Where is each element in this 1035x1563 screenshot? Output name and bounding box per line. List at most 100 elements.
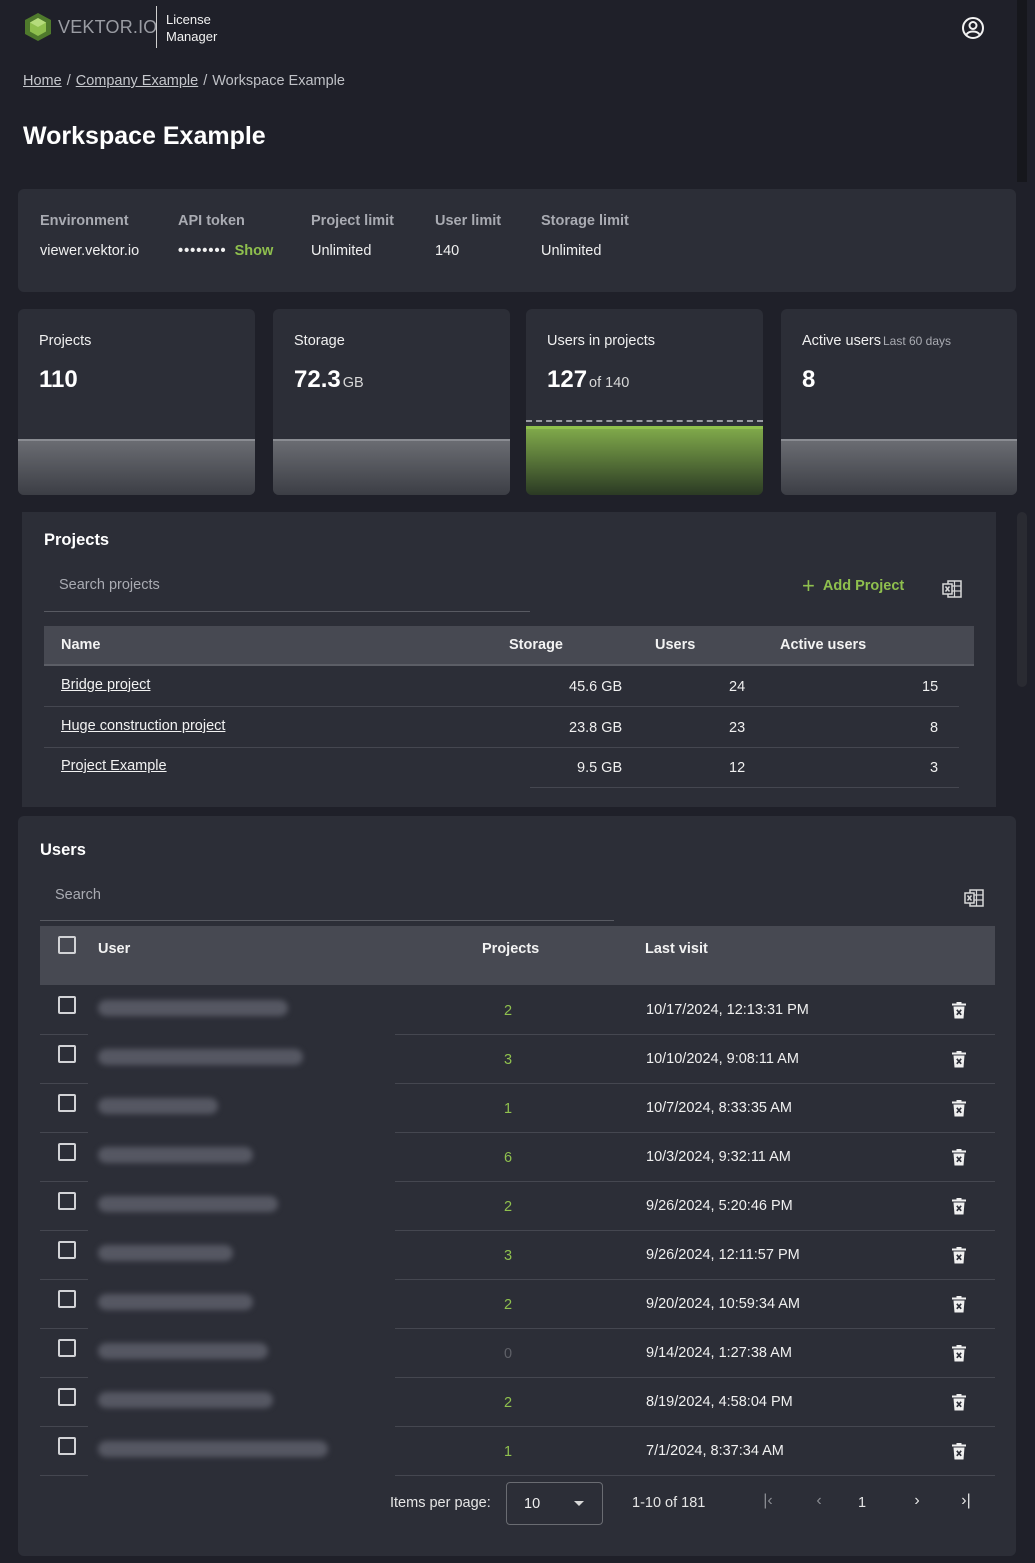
user-email-redacted [98, 1000, 288, 1016]
user-project-count[interactable]: 2 [504, 1297, 512, 1313]
export-excel-icon[interactable] [942, 580, 962, 598]
stat-card-active-users: Active users Last 60 days 8 [781, 309, 1017, 495]
column-header-name[interactable]: Name [61, 637, 101, 653]
delete-trash-icon[interactable] [952, 1100, 966, 1117]
stat-bar [781, 439, 1017, 495]
user-project-count[interactable]: 3 [504, 1052, 512, 1068]
table-row[interactable]: 1 10/7/2024, 8:33:35 AM [40, 1084, 995, 1133]
column-header-storage[interactable]: Storage [509, 637, 563, 653]
last-page-icon[interactable]: ›| [954, 1492, 978, 1510]
table-row[interactable]: 6 10/3/2024, 9:32:11 AM [40, 1133, 995, 1182]
row-checkbox[interactable] [58, 1437, 76, 1455]
show-token-button[interactable]: Show [235, 243, 274, 259]
row-checkbox[interactable] [58, 1192, 76, 1210]
breadcrumb-home-link[interactable]: Home [23, 73, 62, 89]
users-section: Users User Projects Last visit 2 10/17/20… [18, 816, 1016, 1556]
table-row[interactable]: 0 9/14/2024, 1:27:38 AM [40, 1329, 995, 1378]
row-checkbox[interactable] [58, 996, 76, 1014]
first-page-icon[interactable]: |‹ [756, 1492, 780, 1510]
project-storage: 23.8 GB [569, 720, 623, 736]
table-row[interactable]: 2 10/17/2024, 12:13:31 PM [40, 986, 995, 1035]
delete-trash-icon[interactable] [952, 1198, 966, 1215]
project-name-link[interactable]: Huge construction project [61, 718, 225, 734]
user-email-redacted [98, 1049, 303, 1065]
table-row[interactable]: 3 9/26/2024, 12:11:57 PM [40, 1231, 995, 1280]
column-header-active-users[interactable]: Active users [780, 637, 866, 653]
column-header-user[interactable]: User [98, 941, 130, 957]
delete-trash-icon[interactable] [952, 1002, 966, 1019]
table-row[interactable]: Huge construction project 23.8 GB 23 8 [44, 708, 974, 748]
account-circle-icon[interactable] [961, 16, 985, 40]
user-email-redacted [98, 1441, 328, 1457]
table-row[interactable]: 1 7/1/2024, 8:37:34 AM [40, 1427, 995, 1476]
table-row[interactable]: Project Example 9.5 GB 12 3 [44, 748, 974, 788]
items-per-page-select[interactable]: 10 [506, 1482, 603, 1525]
delete-trash-icon[interactable] [952, 1051, 966, 1068]
user-last-visit: 8/19/2024, 4:58:04 PM [646, 1394, 793, 1410]
delete-trash-icon[interactable] [952, 1394, 966, 1411]
row-checkbox[interactable] [58, 1388, 76, 1406]
user-project-count[interactable]: 3 [504, 1248, 512, 1264]
delete-trash-icon[interactable] [952, 1443, 966, 1460]
export-excel-icon[interactable] [964, 889, 984, 907]
stat-card-storage: Storage 72.3 GB [273, 309, 510, 495]
table-row[interactable]: 2 8/19/2024, 4:58:04 PM [40, 1378, 995, 1427]
user-limit-value: 140 [435, 243, 460, 259]
breadcrumb-current: Workspace Example [212, 73, 345, 89]
section-scrollbar[interactable] [1017, 512, 1027, 687]
api-token-value: •••••••• Show [178, 243, 273, 259]
project-name-link[interactable]: Project Example [61, 758, 167, 774]
column-header-users[interactable]: Users [655, 637, 695, 653]
project-limit-label: Project limit [311, 213, 394, 229]
user-email-redacted [98, 1392, 273, 1408]
brand-logo[interactable]: VEKTOR.IO [24, 12, 158, 42]
projects-search-input[interactable] [57, 576, 521, 594]
users-search-input[interactable] [53, 886, 607, 904]
row-checkbox[interactable] [58, 1094, 76, 1112]
previous-page-icon[interactable]: ‹ [807, 1492, 831, 1510]
user-project-count[interactable]: 1 [504, 1101, 512, 1117]
table-row[interactable]: Bridge project 45.6 GB 24 15 [44, 667, 974, 707]
row-checkbox[interactable] [58, 1290, 76, 1308]
table-row[interactable]: 2 9/26/2024, 5:20:46 PM [40, 1182, 995, 1231]
user-project-count[interactable]: 2 [504, 1003, 512, 1019]
user-last-visit: 9/26/2024, 5:20:46 PM [646, 1198, 793, 1214]
projects-search[interactable] [44, 576, 530, 612]
table-row[interactable]: 2 9/20/2024, 10:59:34 AM [40, 1280, 995, 1329]
row-checkbox[interactable] [58, 1339, 76, 1357]
user-project-count[interactable]: 0 [504, 1346, 512, 1362]
current-page-number: 1 [858, 1495, 867, 1511]
user-project-count[interactable]: 6 [504, 1150, 512, 1166]
project-users: 12 [729, 760, 746, 776]
row-divider [530, 787, 959, 788]
row-checkbox[interactable] [58, 1143, 76, 1161]
delete-trash-icon[interactable] [952, 1247, 966, 1264]
next-page-icon[interactable]: › [905, 1492, 929, 1510]
user-project-count[interactable]: 2 [504, 1199, 512, 1215]
user-email-redacted [98, 1245, 233, 1261]
user-project-count[interactable]: 2 [504, 1395, 512, 1411]
breadcrumb-separator: / [66, 73, 71, 89]
stat-label: Projects [39, 333, 92, 349]
delete-trash-icon[interactable] [952, 1149, 966, 1166]
delete-trash-icon[interactable] [952, 1296, 966, 1313]
environment-label: Environment [40, 213, 129, 229]
delete-trash-icon[interactable] [952, 1345, 966, 1362]
column-header-projects[interactable]: Projects [482, 941, 539, 957]
row-checkbox[interactable] [58, 1241, 76, 1259]
product-name: License Manager [166, 11, 236, 45]
project-active-users: 8 [930, 720, 939, 736]
table-row[interactable]: 3 10/10/2024, 9:08:11 AM [40, 1035, 995, 1084]
row-checkbox[interactable] [58, 1045, 76, 1063]
users-search[interactable] [40, 886, 614, 921]
page-scrollbar[interactable] [1017, 0, 1027, 182]
add-project-button[interactable]: + Add Project [802, 575, 904, 597]
projects-title: Projects [44, 531, 110, 549]
user-project-count[interactable]: 1 [504, 1444, 512, 1460]
project-name-link[interactable]: Bridge project [61, 677, 150, 693]
user-last-visit: 10/3/2024, 9:32:11 AM [646, 1149, 791, 1165]
storage-number: 72.3 [294, 366, 341, 393]
breadcrumb-company-link[interactable]: Company Example [76, 73, 199, 89]
column-header-last-visit[interactable]: Last visit [645, 941, 708, 957]
select-all-checkbox[interactable] [58, 936, 76, 954]
